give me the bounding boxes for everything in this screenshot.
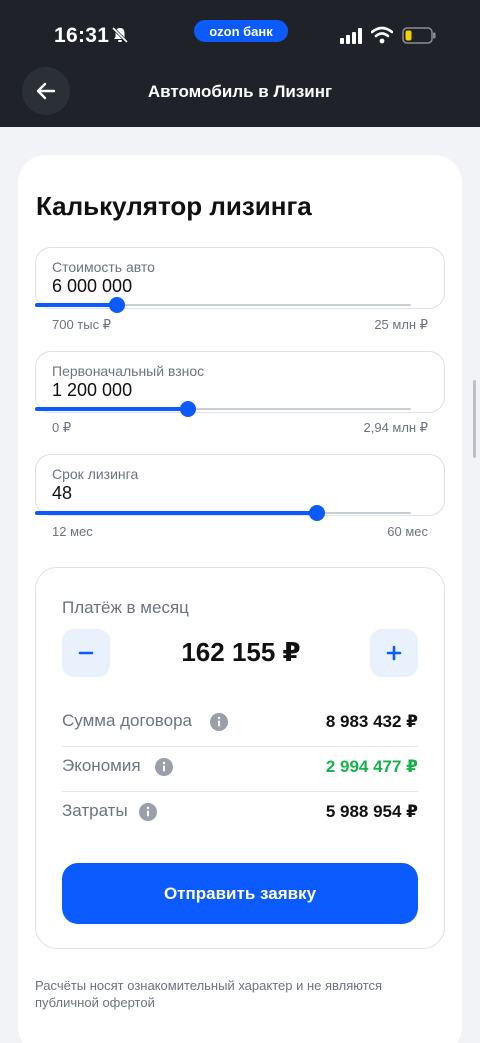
calculator-card: Калькулятор лизинга Стоимость авто 6 000…: [18, 155, 462, 1043]
car-price-min: 700 тыс ₽: [52, 317, 111, 332]
expenses-label: Затраты: [62, 801, 128, 820]
down-payment-min: 0 ₽: [52, 420, 72, 435]
expenses-value: 5 988 954 ₽: [325, 802, 418, 821]
lease-term-value[interactable]: 48: [52, 483, 72, 504]
wifi-icon: [371, 26, 393, 44]
lease-term-label: Срок лизинга: [52, 466, 139, 482]
down-payment-value[interactable]: 1 200 000: [52, 380, 132, 401]
down-payment-label: Первоначальный взнос: [52, 363, 205, 379]
slider-thumb[interactable]: [180, 401, 197, 417]
slider-fill: [35, 407, 189, 411]
info-icon[interactable]: [155, 758, 173, 776]
expenses-row: Затраты 5 988 954 ₽: [62, 793, 418, 837]
lease-term-slider[interactable]: [35, 505, 411, 521]
economy-label: Экономия: [62, 756, 141, 775]
info-icon[interactable]: [210, 713, 228, 731]
contract-sum-value: 8 983 432 ₽: [325, 712, 418, 731]
disclaimer-text: Расчёты носят ознакомительный характер и…: [35, 978, 383, 1010]
battery-icon: [402, 27, 436, 44]
scrollbar[interactable]: [473, 380, 476, 458]
down-payment-max: 2,94 млн ₽: [363, 420, 429, 435]
status-time: 16:31: [54, 24, 110, 47]
lease-term-min: 12 мес: [52, 524, 93, 539]
calculator-title: Калькулятор лизинга: [36, 191, 312, 221]
car-price-slider[interactable]: [35, 297, 411, 313]
contract-sum-label: Сумма договора: [62, 711, 192, 730]
car-price-label: Стоимость авто: [52, 259, 155, 275]
brand-pill: ozon банк: [194, 20, 288, 42]
down-payment-slider[interactable]: [35, 401, 411, 417]
slider-fill: [35, 303, 117, 307]
bell-muted-icon: [111, 26, 129, 44]
monthly-payment-panel: Платёж в месяц 162 155 ₽ Сумма договора …: [35, 567, 445, 949]
plus-icon: [386, 645, 402, 661]
slider-thumb[interactable]: [108, 297, 125, 313]
submit-application-button[interactable]: Отправить заявку: [62, 863, 418, 924]
signal-icon: [340, 28, 362, 44]
car-price-value[interactable]: 6 000 000: [52, 276, 132, 297]
economy-row: Экономия 2 994 477 ₽: [62, 748, 418, 792]
increase-button[interactable]: [370, 629, 418, 677]
slider-fill: [35, 511, 317, 515]
contract-sum-row: Сумма договора 8 983 432 ₽: [62, 703, 418, 747]
info-icon[interactable]: [139, 803, 157, 821]
page-title: Автомобиль в Лизинг: [147, 82, 333, 101]
monthly-payment-label: Платёж в месяц: [62, 598, 189, 617]
car-price-max: 25 млн ₽: [374, 317, 428, 332]
lease-term-max: 60 мес: [387, 524, 428, 539]
slider-thumb[interactable]: [309, 505, 325, 521]
top-bar: 16:31 ozon банк Автомобиль в Лизинг: [0, 0, 480, 127]
economy-value: 2 994 477 ₽: [325, 757, 418, 776]
